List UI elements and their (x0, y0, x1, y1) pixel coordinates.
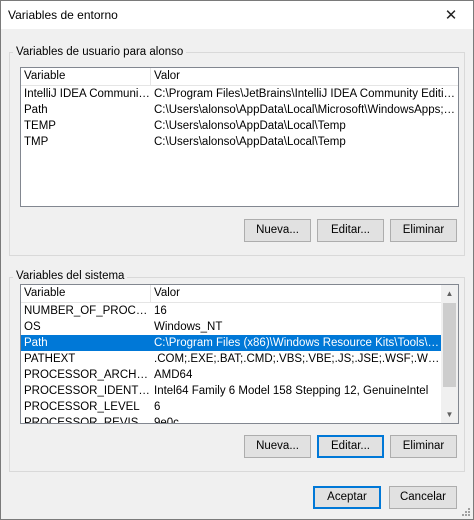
user-variables-group-title: Variables de usuario para alonso (13, 46, 187, 58)
scroll-up-icon[interactable]: ▲ (441, 285, 458, 302)
column-header-value[interactable]: Valor (151, 285, 441, 303)
table-row[interactable]: IntelliJ IDEA Community Editi... C:\Prog… (21, 86, 458, 102)
variable-value-cell: .COM;.EXE;.BAT;.CMD;.VBS;.VBE;.JS;.JSE;.… (154, 353, 441, 365)
variable-name-cell: Path (24, 104, 48, 116)
variable-value-cell: 16 (154, 305, 167, 317)
window-title: Variables de entorno (8, 8, 118, 22)
variable-name-cell: PROCESSOR_ARCHITECTURE (24, 369, 151, 381)
column-header-variable[interactable]: Variable (21, 68, 151, 86)
variable-value-cell: 9e0c (154, 417, 179, 424)
variable-name-cell: IntelliJ IDEA Community Editi... (24, 88, 151, 100)
close-icon[interactable]: ✕ (429, 1, 473, 29)
column-header-value[interactable]: Valor (151, 68, 458, 86)
environment-variables-dialog: Variables de entorno ✕ Variables de usua… (0, 0, 474, 520)
user-variables-list[interactable]: Variable Valor IntelliJ IDEA Community E… (20, 67, 459, 207)
user-delete-button[interactable]: Eliminar (390, 219, 457, 242)
system-edit-button[interactable]: Editar... (317, 435, 384, 458)
variable-value-cell: C:\Program Files (x86)\Windows Resource … (154, 337, 441, 349)
system-variables-group-title: Variables del sistema (13, 270, 128, 282)
table-row[interactable]: PROCESSOR_ARCHITECTURE AMD64 (21, 367, 441, 383)
variable-name-cell: NUMBER_OF_PROCESSORS (24, 305, 151, 317)
scroll-down-icon[interactable]: ▼ (441, 406, 458, 423)
variable-name-cell: TMP (24, 136, 49, 148)
variable-name-cell: PROCESSOR_IDENTIFIER (24, 385, 151, 397)
table-row[interactable]: Path C:\Users\alonso\AppData\Local\Micro… (21, 102, 458, 118)
variable-name-cell: OS (24, 321, 41, 333)
table-row[interactable]: OS Windows_NT (21, 319, 441, 335)
table-row[interactable]: PROCESSOR_IDENTIFIER Intel64 Family 6 Mo… (21, 383, 441, 399)
variable-value-cell: C:\Users\alonso\AppData\Local\Temp (154, 136, 346, 148)
table-row[interactable]: NUMBER_OF_PROCESSORS 16 (21, 303, 441, 319)
variable-value-cell: C:\Users\alonso\AppData\Local\Temp (154, 120, 346, 132)
variable-name-cell: PATHEXT (24, 353, 76, 365)
ok-button[interactable]: Aceptar (313, 486, 381, 509)
user-new-button[interactable]: Nueva... (244, 219, 311, 242)
column-header-variable[interactable]: Variable (21, 285, 151, 303)
variable-value-cell: Windows_NT (154, 321, 223, 333)
title-bar[interactable]: Variables de entorno ✕ (1, 1, 473, 29)
system-list-header: Variable Valor (21, 285, 441, 303)
user-list-rows: IntelliJ IDEA Community Editi... C:\Prog… (21, 86, 458, 150)
table-row[interactable]: PROCESSOR_LEVEL 6 (21, 399, 441, 415)
table-row[interactable]: TEMP C:\Users\alonso\AppData\Local\Temp (21, 118, 458, 134)
variable-name-cell: TEMP (24, 120, 56, 132)
system-new-button[interactable]: Nueva... (244, 435, 311, 458)
variable-value-cell: C:\Program Files\JetBrains\IntelliJ IDEA… (154, 88, 458, 100)
system-list-scrollbar[interactable]: ▲ ▼ (441, 285, 458, 423)
variable-name-cell: Path (24, 337, 48, 349)
variable-name-cell: PROCESSOR_LEVEL (24, 401, 140, 413)
table-row[interactable]: PROCESSOR_REVISION 9e0c (21, 415, 441, 424)
user-edit-button[interactable]: Editar... (317, 219, 384, 242)
variable-name-cell: PROCESSOR_REVISION (24, 417, 151, 424)
scrollbar-thumb[interactable] (443, 303, 456, 387)
variable-value-cell: C:\Users\alonso\AppData\Local\Microsoft\… (154, 104, 458, 116)
table-row[interactable]: TMP C:\Users\alonso\AppData\Local\Temp (21, 134, 458, 150)
user-list-header: Variable Valor (21, 68, 458, 86)
variable-value-cell: 6 (154, 401, 161, 413)
table-row[interactable]: PATHEXT .COM;.EXE;.BAT;.CMD;.VBS;.VBE;.J… (21, 351, 441, 367)
cancel-button[interactable]: Cancelar (389, 486, 457, 509)
resize-grip-icon[interactable] (459, 505, 471, 517)
system-variables-list[interactable]: Variable Valor NUMBER_OF_PROCESSORS 16 O… (20, 284, 459, 424)
table-row-selected[interactable]: Path C:\Program Files (x86)\Windows Reso… (21, 335, 441, 351)
variable-value-cell: Intel64 Family 6 Model 158 Stepping 12, … (154, 385, 429, 397)
system-list-rows: NUMBER_OF_PROCESSORS 16 OS Windows_NT Pa… (21, 303, 441, 424)
system-delete-button[interactable]: Eliminar (390, 435, 457, 458)
variable-value-cell: AMD64 (154, 369, 193, 381)
